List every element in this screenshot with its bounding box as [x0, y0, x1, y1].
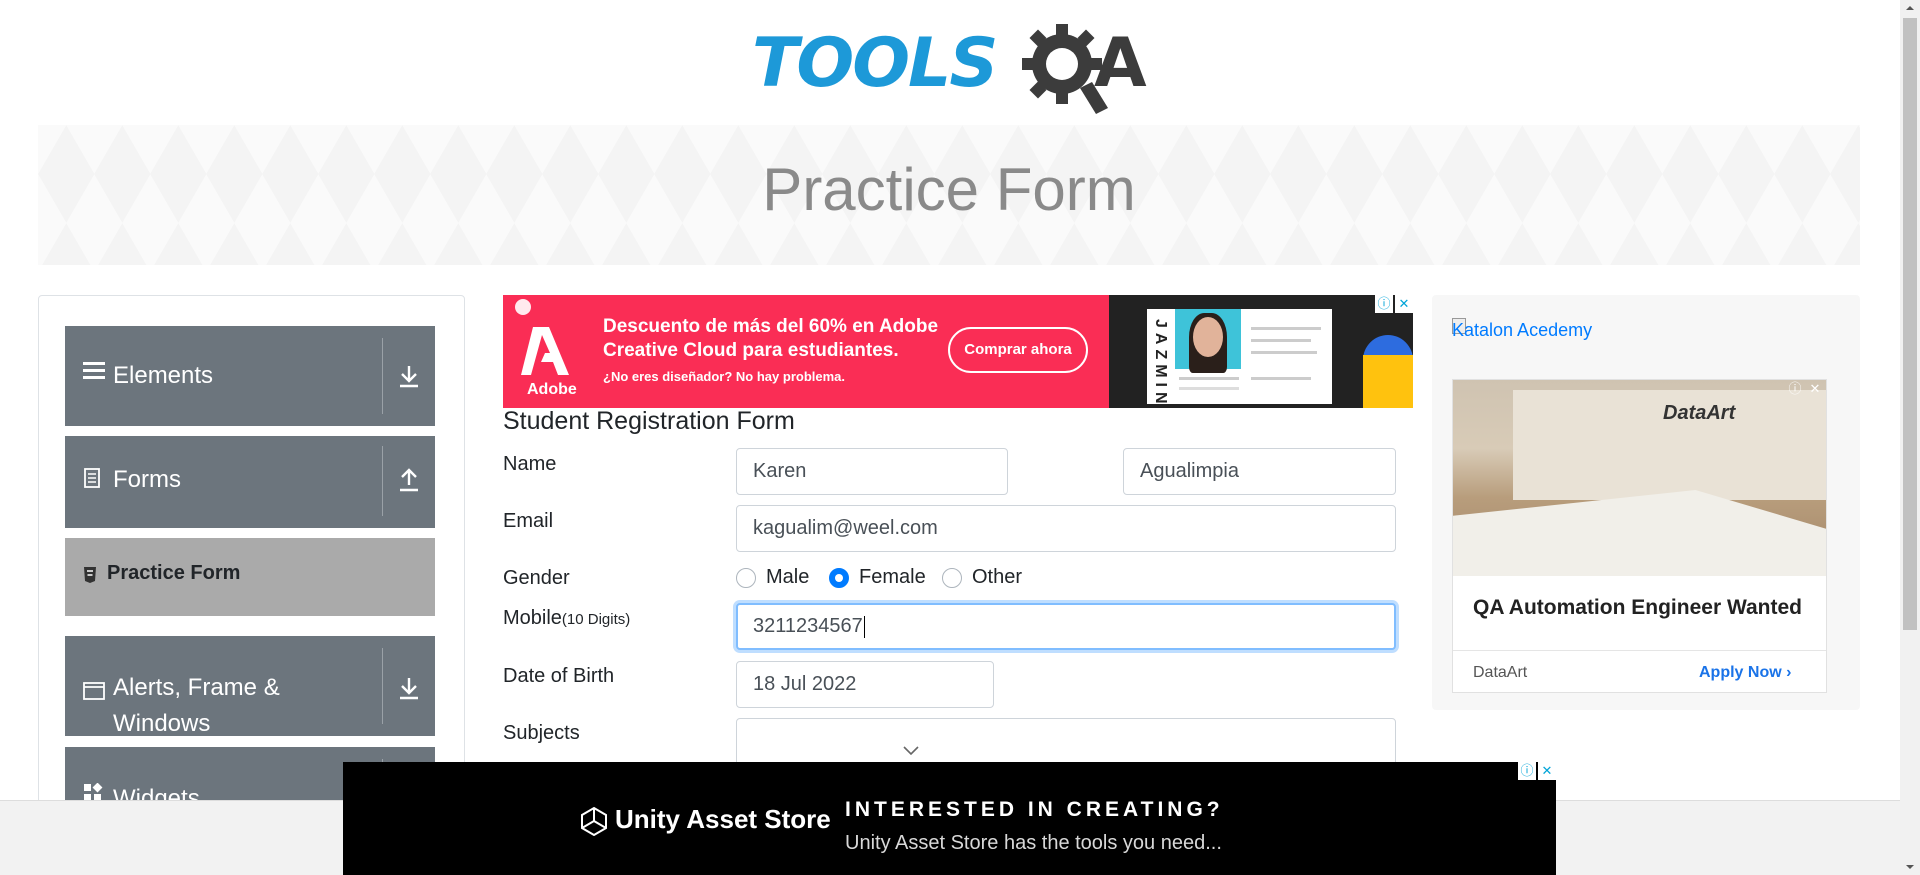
name-label: Name: [503, 453, 557, 475]
email-label: Email: [503, 510, 554, 532]
sidebar: Elements Forms Practice Form Alerts, Fra…: [38, 295, 465, 815]
scroll-up-icon[interactable]: [1900, 0, 1920, 16]
mobile-input-value: 3211234567: [753, 615, 863, 637]
mobile-input[interactable]: 3211234567: [736, 603, 1396, 650]
mobile-hint: (10 Digits): [561, 611, 631, 628]
last-name-input[interactable]: Agualimpia: [1123, 448, 1396, 495]
ad-info-icon[interactable]: ⓘ: [1375, 295, 1393, 313]
office-image: DataArt ⓘ ✕: [1453, 380, 1826, 576]
gender-label-male[interactable]: Male: [766, 566, 809, 589]
office-logo-text: DataArt: [1663, 402, 1736, 424]
form-title: Student Registration Form: [503, 407, 795, 435]
sidebar-group-forms[interactable]: Forms: [65, 436, 435, 528]
resume-name: JAZMIN: [1152, 319, 1169, 408]
page-title: Practice Form: [762, 156, 1136, 223]
adobe-brand: Adobe: [527, 381, 577, 398]
sidebar-group-elements[interactable]: Elements: [65, 326, 435, 426]
sidebar-item-practice-form[interactable]: Practice Form: [65, 538, 435, 616]
text-caret: [863, 615, 865, 638]
chevron-down-icon[interactable]: [901, 745, 921, 757]
adobe-ad[interactable]: Adobe Descuento de más del 60% en Adobe …: [503, 295, 1413, 408]
divider: [382, 338, 383, 414]
scroll-down-icon[interactable]: [1900, 859, 1920, 875]
sidebar-item-label: Practice Form: [107, 562, 241, 584]
document-icon: [83, 468, 101, 494]
unity-brand: Unity Asset Store: [615, 804, 831, 834]
unity-ad[interactable]: Unity Asset Store INTERESTED IN CREATING…: [343, 762, 1556, 875]
email-input[interactable]: kagualim@weel.com: [736, 505, 1396, 552]
logo-tools-text: TOOLS: [752, 24, 998, 103]
mobile-label: Mobile(10 Digits): [503, 607, 630, 630]
divider: [1453, 650, 1826, 651]
gender-radio-female[interactable]: [829, 568, 849, 588]
scrollbar-thumb[interactable]: [1903, 18, 1917, 630]
unity-headline: INTERESTED IN CREATING?: [845, 798, 1224, 821]
chevron-right-icon: ›: [1786, 664, 1792, 681]
apply-now-label: Apply Now: [1699, 664, 1782, 681]
logo-a-text: A: [1094, 24, 1147, 103]
ad-subline: ¿No eres diseñador? No hay problema.: [603, 369, 845, 384]
unity-subline: Unity Asset Store has the tools you need…: [845, 832, 1222, 854]
divider: [382, 648, 383, 724]
toolsqa-logo[interactable]: TOOLS A: [752, 18, 1152, 114]
sidebar-group-alerts[interactable]: Alerts, Frame & Windows: [65, 636, 435, 737]
ad-title[interactable]: QA Automation Engineer Wanted: [1473, 596, 1802, 620]
ad-cta-button[interactable]: Comprar ahora: [948, 327, 1088, 373]
html-icon: [84, 567, 96, 583]
dob-input[interactable]: 18 Jul 2022: [736, 661, 994, 708]
apply-now-button[interactable]: Apply Now ›: [1699, 664, 1791, 682]
mobile-label-text: Mobile: [503, 607, 562, 629]
page-banner: Practice Form: [38, 125, 1860, 265]
adobe-logo: Adobe: [511, 295, 601, 408]
ad-image-panel: JAZMIN: [1109, 295, 1413, 408]
download-arrow-icon[interactable]: [395, 362, 423, 390]
ad-close-icon[interactable]: ✕: [1806, 380, 1824, 398]
ad-info-icon[interactable]: ⓘ: [1518, 762, 1536, 780]
resume-card-image: JAZMIN: [1147, 309, 1332, 408]
sidebar-group-label: Alerts, Frame & Windows: [113, 674, 280, 737]
window-icon: [83, 680, 105, 706]
subjects-input[interactable]: [736, 718, 1396, 768]
gender-label: Gender: [503, 567, 570, 589]
decor-shape: [1363, 355, 1413, 408]
dataart-ad[interactable]: DataArt ⓘ ✕ QA Automation Engineer Wante…: [1452, 379, 1827, 693]
gender-radio-other[interactable]: [942, 568, 962, 588]
first-name-input[interactable]: Karen: [736, 448, 1008, 495]
portrait-image: [1175, 309, 1241, 373]
download-arrow-icon[interactable]: [395, 674, 423, 702]
gender-radio-male[interactable]: [736, 568, 756, 588]
menu-icon: [83, 360, 105, 386]
gender-label-other[interactable]: Other: [972, 566, 1022, 589]
divider: [382, 446, 383, 516]
ad-brand: DataArt: [1473, 664, 1528, 681]
ad-info-icon[interactable]: ⓘ: [1786, 380, 1804, 398]
unity-cube-icon: [581, 806, 607, 836]
dob-label: Date of Birth: [503, 665, 615, 687]
ad-close-icon[interactable]: ✕: [1538, 762, 1556, 780]
ad-close-icon[interactable]: ✕: [1395, 295, 1413, 313]
gender-label-female[interactable]: Female: [859, 566, 926, 589]
upload-arrow-icon[interactable]: [395, 466, 423, 494]
sidebar-group-label: Forms: [113, 466, 181, 493]
subjects-label: Subjects: [503, 722, 580, 744]
katalon-image-link[interactable]: Katalon Acedemy: [1452, 320, 1592, 341]
sidebar-group-label: Elements: [113, 362, 214, 389]
ad-headline: Descuento de más del 60% en Adobe Creati…: [603, 316, 939, 361]
